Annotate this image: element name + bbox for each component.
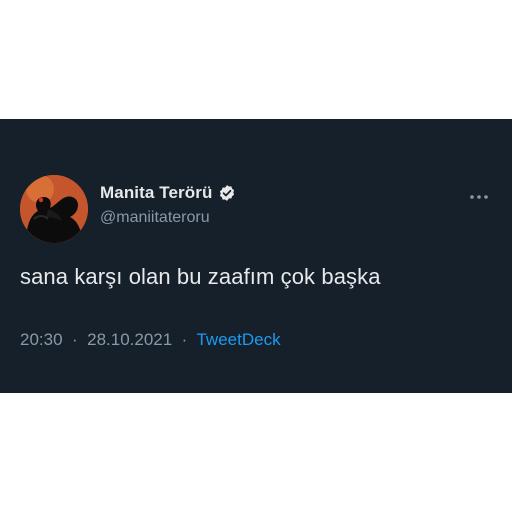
tweet-meta: 20:30 · 28.10.2021 · TweetDeck bbox=[20, 330, 281, 350]
more-options-icon[interactable] bbox=[468, 189, 490, 199]
tweet-text: sana karşı olan bu zaafım çok başka bbox=[20, 264, 381, 289]
user-handle[interactable]: @maniitateroru bbox=[100, 209, 210, 227]
tweet-date[interactable]: 28.10.2021 bbox=[87, 330, 172, 349]
display-name[interactable]: Manita Terörü bbox=[100, 183, 212, 203]
verified-badge-icon bbox=[218, 184, 236, 202]
tweet-card: Manita Terörü @maniitateroru sana karşı … bbox=[0, 119, 512, 393]
avatar-image bbox=[20, 175, 88, 243]
avatar[interactable] bbox=[20, 175, 88, 243]
tweet-time[interactable]: 20:30 bbox=[20, 330, 63, 349]
meta-separator: · bbox=[67, 330, 83, 349]
meta-separator-2: · bbox=[176, 330, 193, 349]
tweet-source-link[interactable]: TweetDeck bbox=[196, 330, 280, 349]
name-row: Manita Terörü bbox=[100, 182, 236, 204]
